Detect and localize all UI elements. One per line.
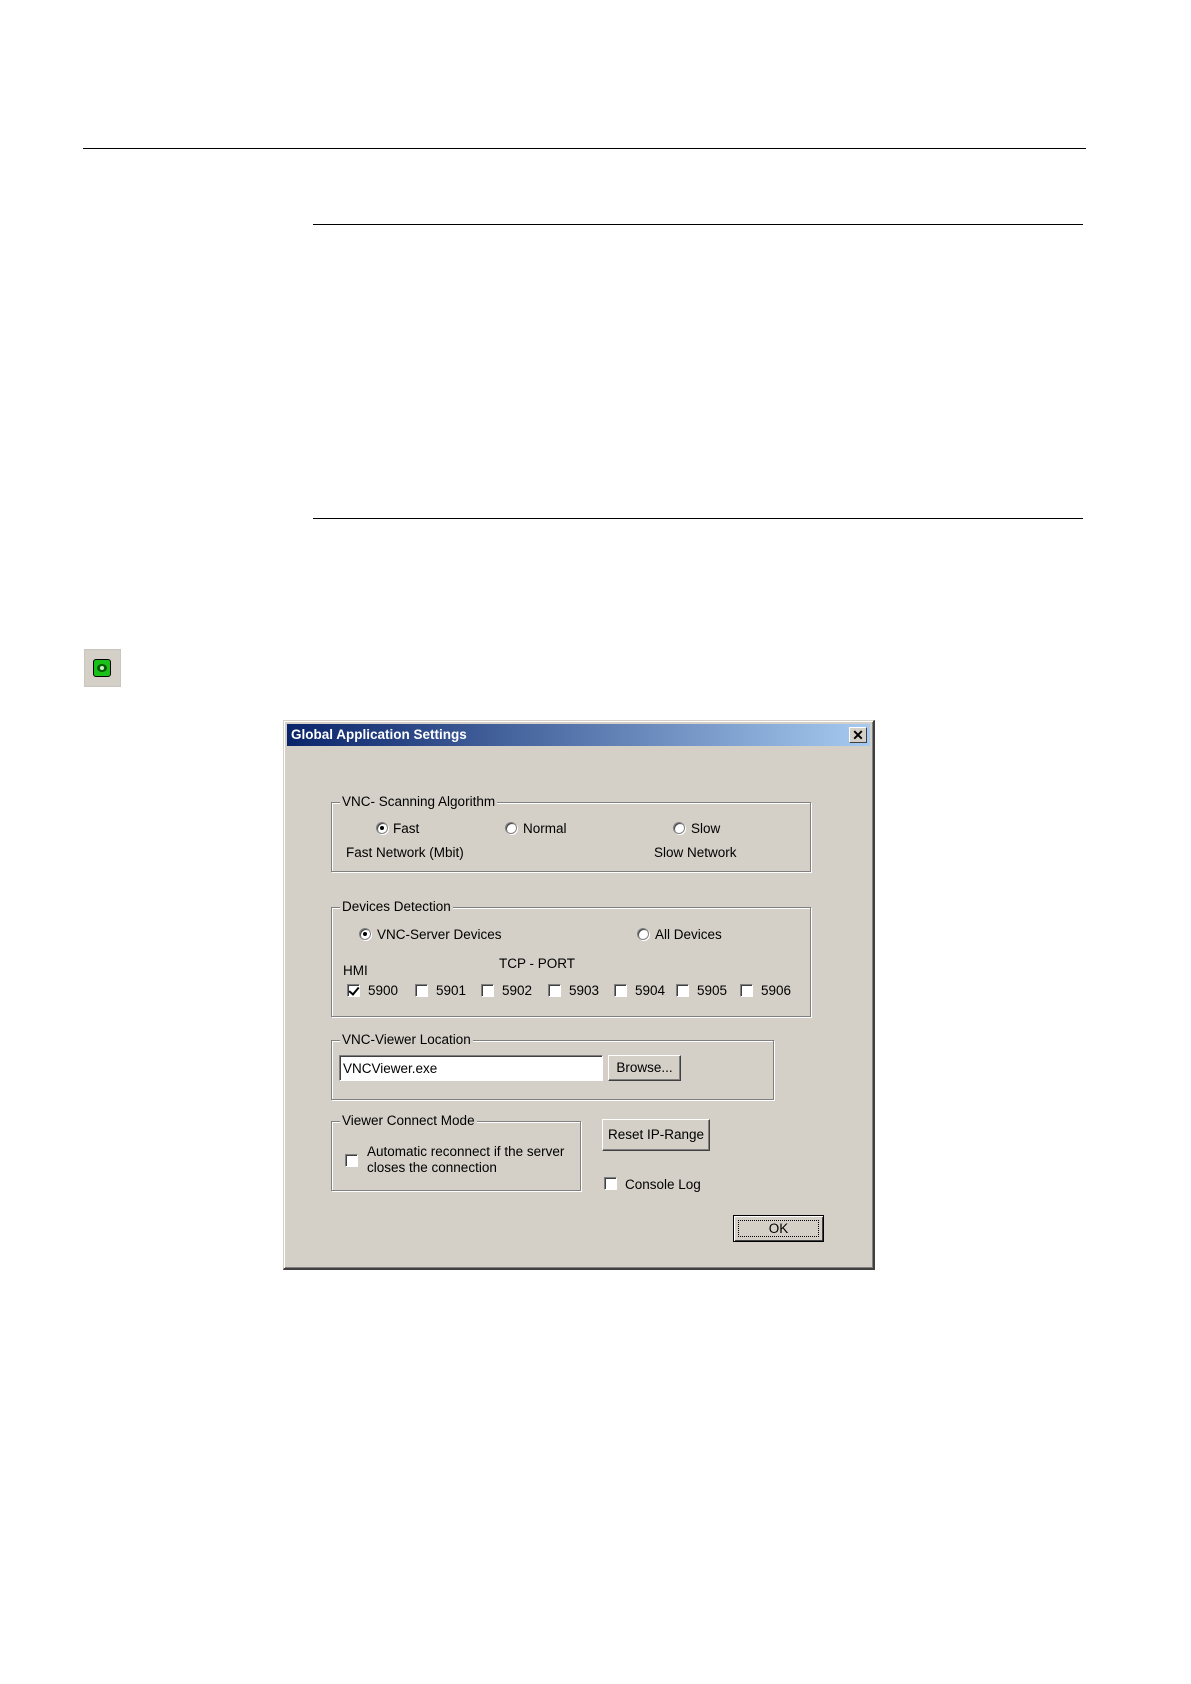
radio-all-devices-label: All Devices (655, 927, 722, 942)
radio-vnc-server-devices[interactable] (359, 928, 371, 940)
radio-normal-label: Normal (523, 821, 567, 836)
port-5903-checkbox[interactable] (548, 984, 561, 997)
port-5902-checkbox[interactable] (481, 984, 494, 997)
viewer-location-legend: VNC-Viewer Location (340, 1032, 473, 1048)
browse-button[interactable]: Browse... (608, 1055, 681, 1081)
page-header-rule (83, 148, 1086, 149)
port-5900-checkbox[interactable] (347, 984, 360, 997)
dialog-titlebar: Global Application Settings ✕ (287, 724, 870, 746)
radio-all-devices[interactable] (637, 928, 649, 940)
auto-reconnect-label-line1: Automatic reconnect if the server (367, 1144, 565, 1159)
global-application-settings-dialog: Global Application Settings ✕ VNC- Scann… (283, 720, 875, 1270)
ok-label: OK (768, 1221, 789, 1236)
auto-reconnect-checkbox[interactable] (345, 1154, 358, 1167)
radio-fast-label: Fast (393, 821, 420, 836)
port-5903-label: 5903 (569, 983, 600, 998)
port-5904-checkbox[interactable] (614, 984, 627, 997)
hmi-label: HMI (343, 963, 368, 978)
fast-network-caption: Fast Network (Mbit) (346, 845, 464, 860)
console-log-label: Console Log (625, 1177, 701, 1192)
auto-reconnect-label-line2: closes the connection (367, 1160, 497, 1175)
port-5905-checkbox[interactable] (676, 984, 689, 997)
radio-vnc-server-devices-label: VNC-Server Devices (377, 927, 502, 942)
viewer-connect-mode-group: Viewer Connect Mode Automatic reconnect … (331, 1113, 581, 1191)
dialog-title: Global Application Settings (291, 727, 467, 742)
vnc-eye-icon (93, 659, 111, 677)
radio-normal[interactable] (505, 822, 517, 834)
slow-network-caption: Slow Network (654, 845, 737, 860)
scanning-algorithm-group: VNC- Scanning Algorithm Fast Normal Slow… (331, 794, 811, 872)
radio-slow-label: Slow (691, 821, 721, 836)
vnc-toolbar-button[interactable] (84, 649, 121, 687)
port-5904-label: 5904 (635, 983, 666, 998)
radio-slow[interactable] (673, 822, 685, 834)
ok-button[interactable]: OK (733, 1215, 824, 1242)
tcp-port-label: TCP - PORT (499, 956, 576, 971)
devices-detection-group: Devices Detection VNC-Server Devices All… (331, 899, 811, 1017)
note-top-rule (313, 224, 1083, 225)
port-5906-checkbox[interactable] (740, 984, 753, 997)
radio-fast[interactable] (376, 822, 388, 834)
viewer-location-group: VNC-Viewer Location Browse... (331, 1032, 774, 1100)
note-bottom-rule (313, 518, 1083, 519)
ok-focus-rect: OK (738, 1220, 819, 1237)
port-5901-label: 5901 (436, 983, 467, 998)
port-5902-label: 5902 (502, 983, 533, 998)
port-5900-label: 5900 (368, 983, 399, 998)
viewer-connect-mode-legend: Viewer Connect Mode (340, 1113, 477, 1129)
devices-detection-legend: Devices Detection (340, 899, 453, 915)
port-5906-label: 5906 (761, 983, 792, 998)
port-5905-label: 5905 (697, 983, 728, 998)
scanning-algorithm-legend: VNC- Scanning Algorithm (340, 794, 498, 810)
console-log-checkbox[interactable] (604, 1177, 617, 1190)
reset-ip-range-button[interactable]: Reset IP-Range (602, 1119, 710, 1151)
viewer-path-input[interactable] (339, 1055, 603, 1081)
port-5901-checkbox[interactable] (415, 984, 428, 997)
close-icon[interactable]: ✕ (849, 727, 867, 743)
